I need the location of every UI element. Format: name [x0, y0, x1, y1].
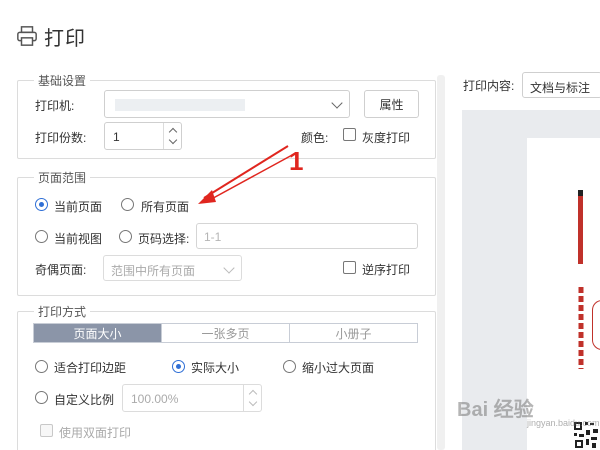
- odd-even-select[interactable]: 范围中所有页面: [103, 255, 242, 281]
- radio-shrink-large[interactable]: [283, 360, 296, 373]
- fit-margins-label: 适合打印边距: [54, 361, 127, 375]
- odd-even-value: 范围中所有页面: [111, 264, 196, 278]
- print-content-value: 文档与标注: [530, 81, 591, 95]
- duplex-label: 使用双面打印: [59, 426, 132, 440]
- properties-button[interactable]: 属性: [364, 90, 419, 118]
- annotation-arrow: [198, 145, 295, 204]
- printer-name-blurred: [115, 99, 245, 111]
- preview-page: [527, 138, 600, 450]
- chevron-down-icon: [331, 97, 343, 109]
- watermark-logo-text: Bai 经验: [457, 399, 534, 421]
- printer-icon: [17, 26, 37, 46]
- duplex-checkbox[interactable]: [40, 424, 53, 437]
- radio-current-view[interactable]: [35, 230, 48, 243]
- shrink-large-label: 缩小过大页面: [302, 361, 375, 375]
- copies-stepper[interactable]: 1: [104, 122, 182, 150]
- stepper-arrows[interactable]: [163, 123, 181, 149]
- stamp-mark: [578, 196, 583, 264]
- dialog-title-bar: 打印: [16, 22, 86, 50]
- printer-select[interactable]: [104, 90, 350, 118]
- chevron-down-icon[interactable]: [168, 135, 178, 145]
- page-select-label: 页码选择:: [138, 232, 190, 246]
- signature-stamp: [578, 287, 584, 369]
- radio-current-page[interactable]: [35, 198, 48, 211]
- print-method-legend: 打印方式: [38, 305, 87, 319]
- current-view-label: 当前视图: [54, 232, 103, 246]
- custom-scale-stepper[interactable]: 100.00%: [122, 384, 262, 412]
- actual-size-label: 实际大小: [191, 361, 240, 375]
- seal-stamp: [592, 300, 600, 350]
- reverse-print-checkbox[interactable]: [343, 261, 356, 274]
- tab-multiple-pages[interactable]: 一张多页: [162, 324, 290, 342]
- dialog-title: 打印: [44, 27, 86, 50]
- grayscale-label: 灰度打印: [362, 131, 411, 145]
- all-pages-label: 所有页面: [141, 200, 190, 214]
- page-range-placeholder: 1-1: [204, 230, 222, 244]
- chevron-down-icon[interactable]: [248, 397, 258, 407]
- odd-even-label: 奇偶页面:: [35, 263, 87, 277]
- baidu-jingyan-watermark: Bai 经验: [457, 393, 534, 422]
- settings-scrollbar[interactable]: [437, 75, 445, 450]
- radio-fit-margins[interactable]: [35, 360, 48, 373]
- page-range-legend: 页面范围: [38, 171, 87, 185]
- current-page-label: 当前页面: [54, 200, 103, 214]
- page-range-input[interactable]: 1-1: [196, 223, 418, 249]
- radio-page-select[interactable]: [119, 230, 132, 243]
- grayscale-checkbox[interactable]: [343, 128, 356, 141]
- print-method-tabs: 页面大小 一张多页 小册子: [33, 323, 418, 343]
- tab-booklet[interactable]: 小册子: [290, 324, 417, 342]
- watermark-url: jingyan.baidu.com: [527, 418, 600, 428]
- copies-label: 打印份数:: [35, 131, 87, 145]
- radio-actual-size[interactable]: [172, 360, 185, 373]
- radio-all-pages[interactable]: [121, 198, 134, 211]
- reverse-print-label: 逆序打印: [362, 263, 411, 277]
- color-label: 颜色:: [301, 131, 329, 145]
- print-content-select[interactable]: 文档与标注: [522, 72, 600, 98]
- annotation-number: 1: [289, 146, 304, 176]
- radio-custom-scale[interactable]: [35, 391, 48, 404]
- tab-page-size[interactable]: 页面大小: [34, 324, 162, 342]
- printer-label: 打印机:: [35, 99, 75, 113]
- custom-scale-value: 100.00%: [131, 392, 179, 406]
- basic-settings-legend: 基础设置: [38, 74, 87, 88]
- stepper-arrows[interactable]: [243, 385, 261, 411]
- chevron-down-icon: [223, 262, 235, 274]
- print-content-label: 打印内容:: [463, 79, 515, 93]
- copies-value: 1: [113, 130, 120, 144]
- custom-scale-label: 自定义比例: [54, 393, 115, 407]
